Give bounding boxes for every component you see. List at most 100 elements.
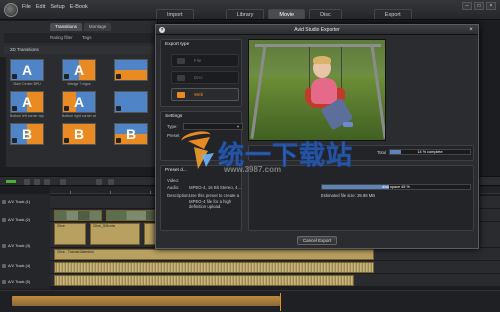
- thumbnail[interactable]: A Bottom left corner wipe: [10, 91, 44, 119]
- audio-mixer-icon[interactable]: [96, 179, 102, 185]
- navigator-strip[interactable]: [12, 296, 280, 306]
- window-controls: – □ ×: [462, 2, 496, 10]
- preset-label: Preset: [167, 133, 180, 138]
- eye-icon[interactable]: [2, 264, 6, 268]
- track-header[interactable]: A/V Track (2): [2, 218, 30, 222]
- main-menu: File Edit Setup E-Book: [22, 4, 88, 10]
- tab-export[interactable]: Export: [373, 9, 412, 19]
- disk-space-bar: disk space 45 %: [321, 184, 471, 190]
- total-progress-bar: 14 % complete: [389, 149, 471, 155]
- play-icon[interactable]: [116, 74, 121, 79]
- tab-library[interactable]: Library: [225, 9, 265, 19]
- timeline-clip[interactable]: [54, 210, 102, 221]
- eye-icon[interactable]: [2, 218, 6, 222]
- maximize-icon[interactable]: □: [474, 2, 484, 10]
- menu-edit[interactable]: Edit: [36, 4, 45, 10]
- timeline-track: [50, 260, 500, 273]
- play-icon[interactable]: [64, 74, 69, 79]
- preset-description-row: Description: Use this preset to create a…: [167, 193, 240, 209]
- play-icon[interactable]: [64, 106, 69, 111]
- tab-import[interactable]: Import: [156, 9, 194, 19]
- thumbnail[interactable]: B: [114, 123, 148, 151]
- library-group-header[interactable]: 2D Transitions: [4, 46, 154, 54]
- thumbnail-caption: [114, 113, 148, 119]
- rating-filter[interactable]: Rating filter: [50, 35, 73, 40]
- play-icon[interactable]: [64, 138, 69, 143]
- thumbnail[interactable]: ABottom right corner wipe: [62, 91, 96, 119]
- preset-audio-row: Audio: MPEG-4, 16 Bit Stereo, 4...: [167, 185, 242, 190]
- thumbnail-caption: [62, 145, 96, 151]
- minimize-icon[interactable]: –: [462, 2, 472, 10]
- snap-icon[interactable]: [24, 179, 30, 185]
- menu-ebook[interactable]: E-Book: [70, 4, 88, 10]
- tab-disc[interactable]: Disc: [309, 9, 342, 19]
- library-tab-montage[interactable]: Montage: [83, 23, 112, 31]
- playhead[interactable]: [280, 293, 281, 311]
- thumbnail-caption: Bottom left corner wipe: [10, 114, 44, 118]
- thumbnail[interactable]: [114, 91, 148, 119]
- type-select[interactable]: ▼: [183, 123, 243, 130]
- timeline-clip[interactable]: Clive - Tutorial Attention: [54, 249, 374, 260]
- disk-info-panel: disk space 45 % Estimated file size: 39.…: [248, 165, 474, 231]
- audio-waveform[interactable]: [54, 275, 354, 286]
- track-header[interactable]: A/V Track (3): [2, 244, 30, 248]
- preset-select[interactable]: [180, 129, 212, 147]
- menu-setup[interactable]: Setup: [50, 4, 64, 10]
- voiceover-icon[interactable]: [108, 179, 114, 185]
- eye-icon[interactable]: [2, 200, 6, 204]
- disc-icon: [177, 75, 185, 81]
- library-tab-transitions[interactable]: Transitions: [50, 23, 82, 31]
- marker-icon[interactable]: [60, 179, 66, 185]
- export-option-web[interactable]: Web: [171, 88, 239, 101]
- export-type-heading: Export type: [165, 42, 190, 47]
- library-thumbnails: A Slant Center BPU A Wedge 7 nigos A Bottom…: [10, 59, 155, 151]
- preset-details-panel: Preset d... Video: Audio: MPEG-4, 16 Bit…: [160, 165, 242, 231]
- play-icon[interactable]: [12, 138, 17, 143]
- library-sidebar: [0, 57, 6, 167]
- play-icon[interactable]: [12, 106, 17, 111]
- timeline-clip[interactable]: Clive: [54, 223, 86, 245]
- play-icon[interactable]: [12, 74, 17, 79]
- library-filter-bar: Rating filter Tags: [4, 33, 154, 43]
- timeline-track: [50, 273, 500, 286]
- thumbnail[interactable]: B: [62, 123, 96, 151]
- track-header[interactable]: A/V Track (5): [2, 280, 30, 284]
- track-header[interactable]: A/V Track (4): [2, 264, 30, 268]
- menu-file[interactable]: File: [22, 4, 31, 10]
- eye-icon[interactable]: [2, 280, 6, 284]
- tab-movie[interactable]: Movie: [268, 9, 306, 19]
- track-header[interactable]: A/V Track (1): [2, 200, 30, 204]
- thumbnail[interactable]: [114, 59, 148, 87]
- thumbnail[interactable]: B: [10, 123, 44, 151]
- play-icon[interactable]: [116, 106, 121, 111]
- thumbnail[interactable]: A Wedge 7 nigos: [62, 59, 96, 87]
- timeline-clip[interactable]: Clive_006.mts: [90, 223, 140, 245]
- app-logo-icon[interactable]: [4, 3, 18, 17]
- play-icon[interactable]: [116, 138, 121, 143]
- cancel-export-button[interactable]: Cancel Export: [297, 236, 337, 245]
- export-option-file[interactable]: File: [171, 54, 239, 67]
- thumbnail-caption: [10, 145, 44, 151]
- tags-filter[interactable]: Tags: [82, 35, 92, 40]
- library-panel: Transitions Montage Rating filter Tags 2…: [0, 21, 158, 167]
- audio-waveform[interactable]: [54, 262, 374, 273]
- track-headers: A/V Track (1) A/V Track (2) A/V Track (3…: [0, 194, 50, 289]
- dialog-titlebar: ? Avid Studio Exporter ×: [156, 25, 478, 35]
- chevron-down-icon: ▼: [236, 124, 240, 129]
- level-indicator: [6, 180, 16, 183]
- close-icon[interactable]: ×: [467, 26, 475, 34]
- preview-image: [248, 39, 386, 141]
- razor-icon[interactable]: [34, 179, 40, 185]
- thumbnail-caption: Slant Center BPU: [13, 82, 41, 86]
- settings-panel: Settings Type: ▼ Preset: [160, 111, 243, 161]
- total-label: Total: [377, 150, 386, 155]
- close-window-icon[interactable]: ×: [486, 2, 496, 10]
- thumbnail[interactable]: A Slant Center BPU: [10, 59, 44, 87]
- type-label: Type:: [167, 124, 178, 129]
- export-option-disc[interactable]: Disc: [171, 71, 239, 84]
- trash-icon[interactable]: [44, 179, 50, 185]
- file-icon: [177, 58, 185, 64]
- eye-icon[interactable]: [2, 244, 6, 248]
- preset-video-row: Video:: [167, 178, 180, 183]
- timeline-navigator[interactable]: [0, 290, 500, 312]
